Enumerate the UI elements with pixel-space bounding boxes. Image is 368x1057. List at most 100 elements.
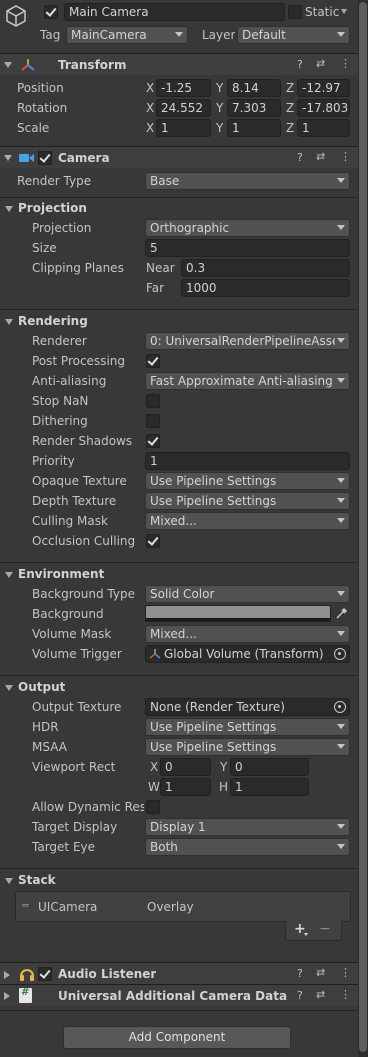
scale-x-field[interactable]: 1 bbox=[156, 119, 211, 137]
scrollbar-thumb[interactable] bbox=[359, 2, 367, 1052]
hdr-dropdown[interactable]: Use Pipeline Settings bbox=[145, 718, 350, 736]
foldout-arrow-icon[interactable] bbox=[4, 992, 10, 1000]
far-field[interactable]: 1000 bbox=[181, 279, 350, 297]
projection-dropdown[interactable]: Orthographic bbox=[145, 219, 350, 237]
stop-nan-checkbox[interactable] bbox=[146, 394, 160, 408]
occlusion-culling-checkbox[interactable] bbox=[146, 534, 160, 548]
near-label[interactable]: Near bbox=[146, 259, 175, 277]
background-color-swatch[interactable] bbox=[145, 605, 331, 622]
position-x-field[interactable]: -1.25 bbox=[156, 79, 211, 97]
preset-icon[interactable]: ⇄ bbox=[316, 988, 325, 1001]
position-z-field[interactable]: -12.97 bbox=[297, 79, 350, 97]
renderer-dropdown[interactable]: 0: UniversalRenderPipelineAsset_ bbox=[145, 332, 350, 350]
viewport-x-label[interactable]: X bbox=[150, 758, 158, 776]
help-icon[interactable]: ? bbox=[297, 989, 303, 1002]
foldout-arrow-icon[interactable] bbox=[5, 206, 13, 212]
foldout-arrow-icon[interactable] bbox=[5, 685, 13, 691]
scrollbar[interactable] bbox=[358, 0, 368, 1057]
axis-x-label[interactable]: X bbox=[146, 99, 154, 117]
audio-listener-enabled-checkbox[interactable] bbox=[38, 967, 52, 981]
help-icon[interactable]: ? bbox=[297, 58, 303, 71]
axis-x-label[interactable]: X bbox=[146, 119, 154, 137]
viewport-h-label[interactable]: H bbox=[219, 778, 228, 796]
scale-y-field[interactable]: 1 bbox=[227, 119, 281, 137]
object-picker-icon[interactable] bbox=[334, 648, 346, 660]
viewport-w-field[interactable]: 1 bbox=[160, 778, 211, 796]
render-shadows-checkbox[interactable] bbox=[146, 434, 160, 448]
target-display-dropdown[interactable]: Display 1 bbox=[145, 818, 350, 836]
foldout-arrow-icon[interactable] bbox=[5, 319, 13, 325]
foldout-arrow-icon[interactable] bbox=[4, 62, 12, 68]
background-type-dropdown[interactable]: Solid Color bbox=[145, 585, 350, 603]
projection-header[interactable]: Projection bbox=[18, 199, 87, 217]
help-icon[interactable]: ? bbox=[297, 151, 303, 164]
tag-dropdown[interactable]: MainCamera bbox=[66, 26, 188, 44]
environment-header[interactable]: Environment bbox=[18, 565, 104, 583]
foldout-arrow-icon[interactable] bbox=[5, 878, 13, 884]
target-eye-dropdown[interactable]: Both bbox=[145, 838, 350, 856]
axis-z-label[interactable]: Z bbox=[286, 119, 294, 137]
audio-listener-header[interactable]: Audio Listener ? ⇄ ⋮ bbox=[0, 962, 358, 984]
foldout-arrow-icon[interactable] bbox=[5, 572, 13, 578]
dithering-checkbox[interactable] bbox=[146, 414, 160, 428]
depth-texture-dropdown[interactable]: Use Pipeline Settings bbox=[145, 492, 350, 510]
remove-button[interactable]: − bbox=[319, 921, 331, 937]
menu-icon[interactable]: ⋮ bbox=[340, 57, 351, 70]
additional-camera-data-header[interactable]: # Universal Additional Camera Data (Scri… bbox=[0, 984, 358, 1006]
viewport-y-label[interactable]: Y bbox=[220, 758, 227, 776]
near-field[interactable]: 0.3 bbox=[181, 259, 350, 277]
allow-dynamic-resolution-checkbox[interactable] bbox=[146, 800, 160, 814]
preset-icon[interactable]: ⇄ bbox=[316, 966, 325, 979]
object-picker-icon[interactable] bbox=[334, 701, 346, 713]
far-label[interactable]: Far bbox=[146, 279, 164, 297]
axis-x-label[interactable]: X bbox=[146, 79, 154, 97]
volume-mask-dropdown[interactable]: Mixed... bbox=[145, 625, 350, 643]
camera-enabled-checkbox[interactable] bbox=[38, 151, 52, 165]
rotation-y-field[interactable]: 7.303 bbox=[227, 99, 281, 117]
output-texture-field[interactable]: None (Render Texture) bbox=[145, 698, 350, 716]
static-dropdown-icon[interactable] bbox=[341, 9, 347, 14]
render-type-dropdown[interactable]: Base bbox=[145, 172, 350, 190]
foldout-arrow-icon[interactable] bbox=[4, 155, 12, 161]
priority-field[interactable]: 1 bbox=[145, 452, 350, 470]
layer-dropdown[interactable]: Default bbox=[237, 26, 350, 44]
rotation-x-field[interactable]: 24.552 bbox=[156, 99, 211, 117]
menu-icon[interactable]: ⋮ bbox=[340, 966, 351, 979]
axis-y-label[interactable]: Y bbox=[216, 79, 223, 97]
list-item[interactable]: ═ UICamera Overlay bbox=[16, 898, 350, 916]
viewport-h-field[interactable]: 1 bbox=[230, 778, 309, 796]
axis-z-label[interactable]: Z bbox=[286, 79, 294, 97]
menu-icon[interactable]: ⋮ bbox=[340, 988, 351, 1001]
axis-z-label[interactable]: Z bbox=[286, 99, 294, 117]
viewport-y-field[interactable]: 0 bbox=[230, 758, 309, 776]
opaque-texture-dropdown[interactable]: Use Pipeline Settings bbox=[145, 472, 350, 490]
rendering-header[interactable]: Rendering bbox=[18, 312, 88, 330]
culling-mask-dropdown[interactable]: Mixed... bbox=[145, 512, 350, 530]
position-y-field[interactable]: 8.14 bbox=[227, 79, 281, 97]
axis-y-label[interactable]: Y bbox=[216, 99, 223, 117]
volume-trigger-field[interactable]: Global Volume (Transform) bbox=[145, 645, 350, 663]
drag-handle-icon[interactable]: ═ bbox=[22, 899, 29, 912]
viewport-w-label[interactable]: W bbox=[148, 778, 160, 796]
stack-header[interactable]: Stack bbox=[18, 871, 56, 889]
post-processing-checkbox[interactable] bbox=[146, 354, 160, 368]
anti-aliasing-dropdown[interactable]: Fast Approximate Anti-aliasing (F bbox=[145, 372, 350, 390]
active-checkbox[interactable] bbox=[44, 5, 58, 19]
viewport-x-field[interactable]: 0 bbox=[160, 758, 211, 776]
foldout-arrow-icon[interactable] bbox=[4, 971, 14, 979]
help-icon[interactable]: ? bbox=[297, 967, 303, 980]
eyedropper-icon[interactable] bbox=[333, 605, 350, 622]
add-component-button[interactable]: Add Component bbox=[63, 1026, 291, 1049]
preset-icon[interactable]: ⇄ bbox=[316, 57, 325, 70]
camera-header[interactable]: Camera ? ⇄ ⋮ bbox=[0, 146, 358, 168]
size-field[interactable]: 5 bbox=[145, 239, 350, 257]
transform-header[interactable]: Transform ? ⇄ ⋮ bbox=[0, 53, 358, 75]
static-checkbox[interactable] bbox=[288, 5, 302, 19]
menu-icon[interactable]: ⋮ bbox=[340, 150, 351, 163]
scale-z-field[interactable]: 1 bbox=[297, 119, 350, 137]
output-header[interactable]: Output bbox=[18, 678, 65, 696]
rotation-z-field[interactable]: -17.803 bbox=[297, 99, 350, 117]
axis-y-label[interactable]: Y bbox=[216, 119, 223, 137]
msaa-dropdown[interactable]: Use Pipeline Settings bbox=[145, 738, 350, 756]
object-name-field[interactable]: Main Camera bbox=[64, 3, 285, 21]
